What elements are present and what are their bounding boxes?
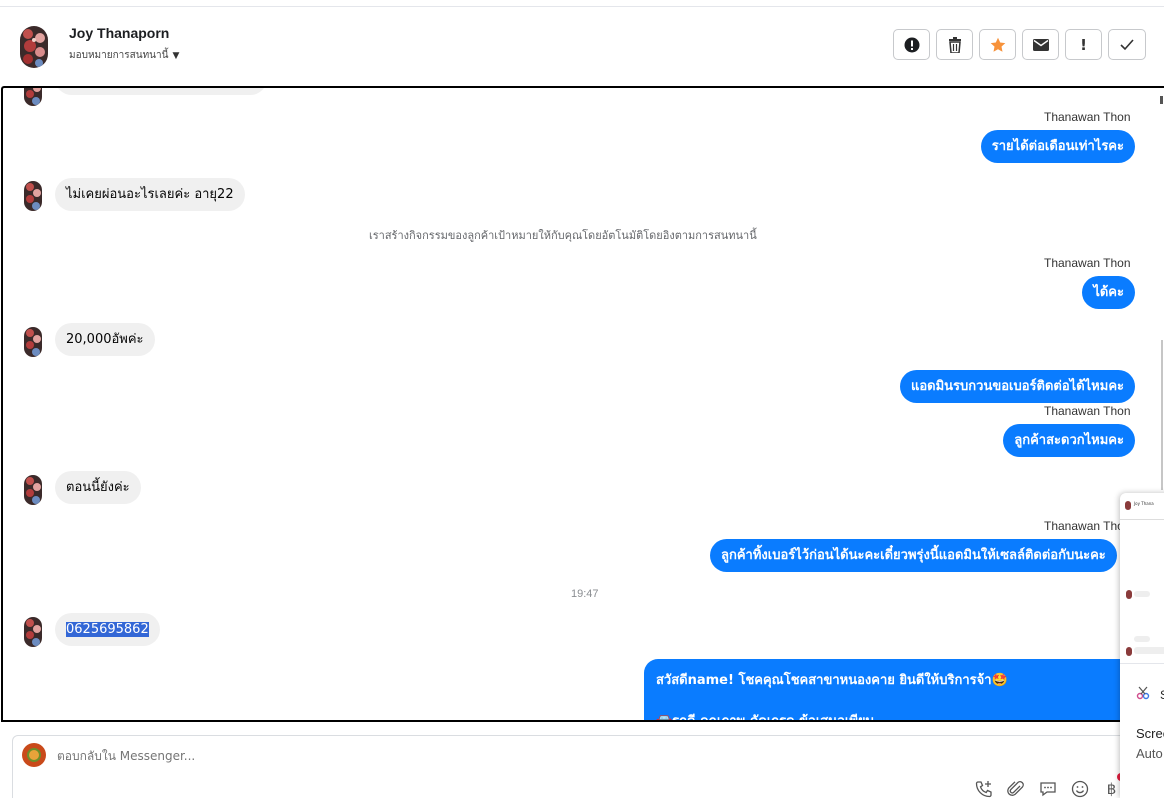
reply-input[interactable]	[57, 749, 957, 763]
message-timestamp: 19:47	[571, 588, 599, 600]
message-bubble-incoming-partial[interactable]	[55, 88, 267, 95]
sender-avatar	[24, 475, 42, 505]
phone-plus-icon[interactable]	[974, 779, 993, 798]
system-note: เราสร้างกิจกรรมของลูกค้าเป้าหมายให้กับคุ…	[369, 229, 757, 242]
trash-icon	[948, 36, 961, 53]
message-bubble-outgoing[interactable]: ลูกค้าทิ้งเบอร์ไว้ก่อนได้นะคะเดี๋ยวพรุ่ง…	[710, 539, 1117, 572]
report-button[interactable]	[893, 29, 930, 60]
mark-done-button[interactable]	[1108, 29, 1146, 60]
delete-button[interactable]	[936, 29, 973, 60]
conversation-header: Joy Thanaporn มอบหมายการสนทนานี้ ▼ !	[0, 7, 1164, 87]
header-actions: !	[893, 29, 1146, 60]
sender-avatar	[24, 181, 42, 211]
caret-down-icon: ▼	[172, 50, 180, 61]
selected-phone-number[interactable]: 0625695862	[66, 622, 149, 637]
snip-line-2: Auto	[1136, 746, 1163, 761]
assign-label: มอบหมายการสนทนานี้	[69, 50, 169, 61]
snip-line-1: Scree	[1136, 726, 1164, 741]
mini-avatar	[1126, 647, 1132, 656]
scrollbar-track[interactable]	[1161, 340, 1163, 490]
message-sender: Thanawan Thon	[1044, 404, 1131, 418]
snip-title: S	[1160, 688, 1164, 702]
star-button[interactable]	[979, 29, 1016, 60]
message-bubble-incoming[interactable]: ตอนนี้ยังค่ะ	[55, 471, 141, 504]
chat-bubble-icon[interactable]	[1038, 779, 1057, 798]
greeting-line-2: 🚘รถดี คุณภาพ คัดเกรด ข้อเสนอเพียบ	[656, 714, 874, 722]
message-bubble-outgoing[interactable]: ลูกค้าสะดวกไหมคะ	[1003, 424, 1135, 457]
exclamation-icon: !	[1080, 35, 1087, 54]
mini-divider	[1120, 519, 1164, 520]
mini-bubble	[1134, 636, 1150, 642]
snipping-tool-panel: S Scree Auto	[1120, 663, 1164, 798]
message-bubble-outgoing-greeting[interactable]: สวัสดีname! โชคคุณโชคสาขาหนองคาย ยินดีให…	[644, 659, 1164, 722]
mini-contact-name: Joy Thana	[1134, 501, 1154, 506]
envelope-icon	[1032, 38, 1049, 51]
smiley-icon[interactable]	[1070, 779, 1089, 798]
mark-unread-button[interactable]	[1022, 29, 1059, 60]
scrollbar-thumb[interactable]	[1160, 96, 1163, 104]
message-sender: Thanawan Thon	[1044, 110, 1131, 124]
follow-up-button[interactable]: !	[1065, 29, 1102, 60]
composer-toolbar: ฿	[974, 779, 1121, 798]
sender-avatar	[24, 327, 42, 357]
baht-icon[interactable]: ฿	[1102, 779, 1121, 798]
message-bubble-incoming[interactable]: 20,000อัพค่ะ	[55, 323, 155, 356]
sender-avatar	[24, 617, 42, 647]
mini-bubble	[1134, 591, 1150, 597]
assign-conversation-dropdown[interactable]: มอบหมายการสนทนานี้ ▼	[69, 48, 179, 63]
contact-avatar[interactable]	[20, 26, 48, 68]
snipping-tool-icon	[1136, 686, 1150, 700]
message-bubble-outgoing[interactable]: แอดมินรบกวนขอเบอร์ติดต่อได้ไหมคะ	[899, 370, 1135, 403]
snipping-tool-popup[interactable]: Joy Thana S Scree Auto	[1120, 493, 1164, 798]
paperclip-icon[interactable]	[1006, 779, 1025, 798]
check-icon	[1120, 38, 1134, 50]
sender-avatar	[24, 88, 42, 106]
message-sender: Thanawan Thon	[1044, 519, 1131, 533]
mini-avatar	[1126, 590, 1132, 599]
contact-name[interactable]: Joy Thanaporn	[69, 25, 169, 41]
message-thread[interactable]: Thanawan Thon รายได้ต่อเดือนเท่าไรคะ ไม่…	[1, 86, 1164, 722]
message-bubble-outgoing[interactable]: ได้คะ	[1082, 276, 1135, 309]
message-bubble-incoming[interactable]: ไม่เคยผ่อนอะไรเลยค่ะ อายุ22	[55, 178, 245, 211]
mini-avatar	[1125, 501, 1131, 510]
star-icon	[990, 37, 1005, 52]
message-bubble-outgoing[interactable]: รายได้ต่อเดือนเท่าไรคะ	[980, 130, 1135, 163]
message-sender: Thanawan Thon	[1044, 256, 1131, 270]
mini-bubble	[1134, 647, 1164, 654]
greeting-line-1: สวัสดีname! โชคคุณโชคสาขาหนองคาย ยินดีให…	[656, 673, 1008, 688]
alert-circle-icon	[904, 37, 919, 52]
page-avatar	[22, 743, 46, 767]
message-bubble-incoming[interactable]: 0625695862	[55, 613, 160, 646]
reply-composer: ฿	[12, 735, 1132, 798]
